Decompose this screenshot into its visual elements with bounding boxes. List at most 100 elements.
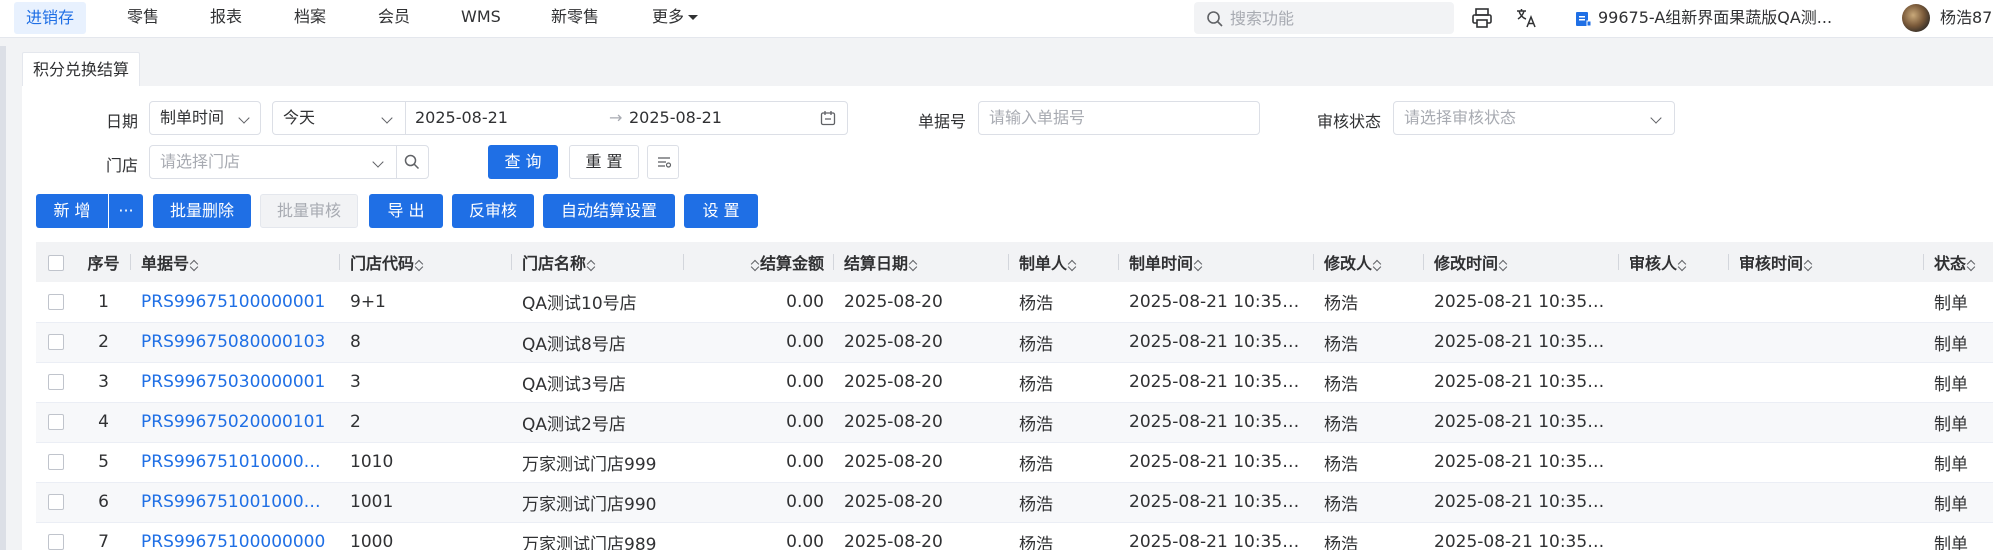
table-row[interactable]: 3 PRS99675030000001 3 QA测试3号店 0.00 2025-08-20… [36,362,1993,403]
store-select[interactable]: 请选择门店 [149,145,429,179]
nav-item-members[interactable]: 会员 [378,0,410,34]
select-all-checkbox[interactable] [48,255,64,271]
table-cell: 2025-08-20 [834,522,1009,550]
printer-icon[interactable] [1470,6,1494,30]
store-label: 门店 [106,156,139,175]
col-header-settle-date[interactable]: 结算日期 [834,242,1009,282]
left-scroll-strip [0,46,6,550]
doc-no-link[interactable]: PRS99675030000001 [131,362,340,403]
query-button[interactable]: 查 询 [488,145,558,179]
doc-no-link[interactable]: PRS99675080000103 [131,322,340,363]
row-checkbox[interactable] [48,454,64,470]
sort-icon[interactable] [416,259,424,271]
table-row[interactable]: 5 PRS99675101000000... 1010 万家测试门店999 0.00 20… [36,442,1993,483]
table-cell: 2025-08-21 10:35:54 [1424,282,1619,323]
nav-item-wms[interactable]: WMS [461,0,501,34]
col-header-create-time[interactable]: 制单时间 [1119,242,1314,282]
document-title: 99675-A组新界面果蔬版QA测... [1598,8,1833,27]
col-header-amount[interactable]: 结算金额 [684,242,834,282]
tab-points-exchange-settlement[interactable]: 积分兑换结算 [22,52,141,86]
row-checkbox[interactable] [48,334,64,350]
table-row[interactable]: 7 PRS99675100000000 1000 万家测试门店989 0.00 2025-… [36,522,1993,550]
nav-item-reports[interactable]: 报表 [210,0,242,34]
table-cell: 制单 [1924,282,1993,323]
col-header-store-code[interactable]: 门店代码 [340,242,512,282]
table-row[interactable]: 1 PRS99675100000001 9+1 QA测试10号店 0.00 2025-08… [36,282,1993,323]
batch-audit-button[interactable]: 批量审核 [260,194,358,228]
auto-settle-settings-button[interactable]: 自动结算设置 [543,194,675,228]
doc-no-link[interactable]: PRS99675100100000... [131,482,340,523]
date-from-value[interactable]: 2025-08-21 [415,102,508,134]
row-checkbox[interactable] [48,494,64,510]
avatar[interactable] [1902,4,1930,32]
row-checkbox[interactable] [48,374,64,390]
col-header-doc-no[interactable]: 单据号 [131,242,340,282]
date-range-picker[interactable]: 今天 2025-08-21 → 2025-08-21 [272,101,848,135]
audit-status-select[interactable]: 请选择审核状态 [1393,101,1675,135]
row-checkbox[interactable] [48,293,64,310]
divider [405,102,406,134]
doc-no-link[interactable]: PRS99675100000000 [131,522,340,550]
table-cell: 1000 [340,522,512,550]
col-header-modify-time[interactable]: 修改时间 [1424,242,1619,282]
sort-icon[interactable] [752,259,760,271]
search-input[interactable] [1230,2,1440,34]
date-type-select[interactable]: 制单时间 [149,101,261,135]
table-cell: 杨浩 [1009,362,1119,403]
row-checkbox[interactable] [48,534,64,550]
table-cell: 制单 [1924,322,1993,363]
nav-item-more[interactable]: 更多 [652,0,699,34]
reset-button[interactable]: 重 置 [569,145,639,179]
add-button[interactable]: 新 增 [36,194,108,228]
export-button[interactable]: 导 出 [369,194,443,228]
sort-icon[interactable] [1679,259,1687,271]
table-cell: 杨浩 [1314,282,1424,323]
column-settings-button[interactable] [647,145,679,179]
date-label: 日期 [106,112,139,131]
unaudit-button[interactable]: 反审核 [452,194,534,228]
nav-item-new-retail[interactable]: 新零售 [551,0,599,34]
col-header-store-name[interactable]: 门店名称 [512,242,684,282]
table-row[interactable]: 6 PRS99675100100000... 1001 万家测试门店990 0.00 20… [36,482,1993,523]
col-header-modifier[interactable]: 修改人 [1314,242,1424,282]
table-cell [1619,442,1729,483]
doc-no-link[interactable]: PRS99675101000000... [131,442,340,483]
add-more-button[interactable]: ··· [109,194,143,228]
table-cell [1619,282,1729,323]
username[interactable]: 杨浩87 [1940,0,1992,36]
range-arrow-icon: → [609,108,623,127]
col-header-auditor[interactable]: 审核人 [1619,242,1729,282]
sort-icon[interactable] [588,259,596,271]
col-header-audit-time[interactable]: 审核时间 [1729,242,1924,282]
current-document-link[interactable]: 99675-A组新界面果蔬版QA测... [1574,0,1832,36]
nav-item-archives[interactable]: 档案 [294,0,326,34]
sort-icon[interactable] [1195,259,1203,271]
sort-icon[interactable] [1805,259,1813,271]
table-cell: QA测试2号店 [512,402,684,443]
function-search[interactable] [1194,2,1454,34]
sort-icon[interactable] [191,259,199,271]
table-cell: 杨浩 [1009,322,1119,363]
table-row[interactable]: 2 PRS99675080000103 8 QA测试8号店 0.00 2025-08-20… [36,322,1993,363]
nav-item-retail[interactable]: 零售 [127,0,159,34]
col-header-creator[interactable]: 制单人 [1009,242,1119,282]
row-checkbox[interactable] [48,414,64,430]
col-header-status[interactable]: 状态 [1924,242,1993,282]
table-row[interactable]: 4 PRS99675020000101 2 QA测试2号店 0.00 2025-08-20… [36,402,1993,443]
sort-icon[interactable] [1500,259,1508,271]
translate-icon[interactable] [1514,6,1538,30]
batch-delete-button[interactable]: 批量删除 [153,194,251,228]
sort-icon[interactable] [1069,259,1077,271]
doc-no-link[interactable]: PRS99675100000001 [131,282,340,323]
settlement-table: 序号 单据号 门店代码 门店名称 结算金额 结算日期 制单人 制单时间 修改人 … [36,242,1993,550]
search-icon[interactable] [404,154,420,170]
calendar-icon [820,111,836,126]
doc-no-input[interactable]: 请输入单据号 [978,101,1260,135]
doc-no-link[interactable]: PRS99675020000101 [131,402,340,443]
date-to-value[interactable]: 2025-08-21 [629,102,722,134]
sort-icon[interactable] [1374,259,1382,271]
sort-icon[interactable] [1968,259,1976,271]
settings-button[interactable]: 设 置 [684,194,758,228]
sort-icon[interactable] [910,259,918,271]
nav-item-inventory[interactable]: 进销存 [14,2,87,34]
